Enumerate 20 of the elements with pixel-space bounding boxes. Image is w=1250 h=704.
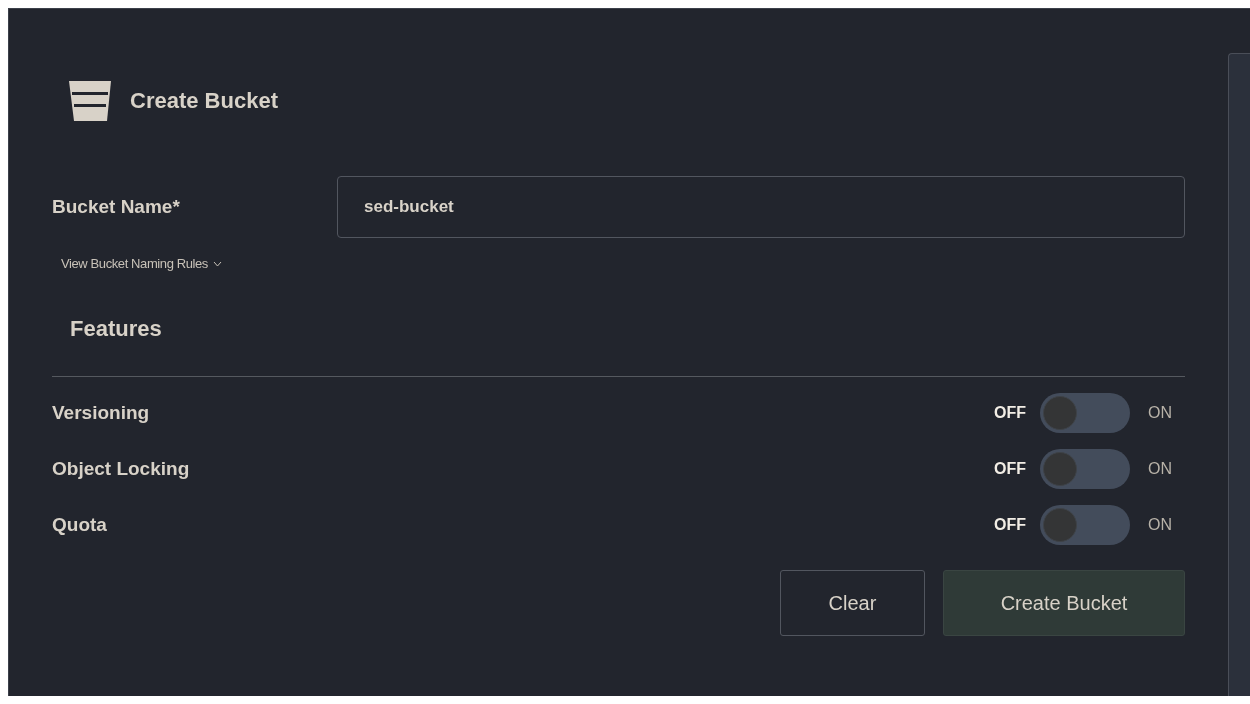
off-label: OFF	[994, 460, 1026, 478]
field-label: Bucket Name*	[52, 196, 181, 218]
toggle-switch[interactable]	[1040, 393, 1130, 433]
feature-label: Quota	[52, 514, 108, 536]
off-label: OFF	[994, 516, 1026, 534]
on-label: ON	[1148, 404, 1172, 422]
feature-label: Versioning	[52, 402, 151, 424]
bucket-icon	[68, 79, 112, 123]
off-label: OFF	[994, 404, 1026, 422]
naming-rules-link[interactable]: View Bucket Naming Rules	[61, 256, 222, 271]
toggle-switch[interactable]	[1040, 505, 1130, 545]
on-label: ON	[1148, 516, 1172, 534]
feature-label: Object Locking	[52, 458, 191, 480]
dialog-title: Create Bucket	[130, 88, 278, 114]
on-label: ON	[1148, 460, 1172, 478]
clear-button[interactable]: Clear	[780, 570, 925, 636]
section-heading: Features	[70, 316, 163, 342]
toggle-switch[interactable]	[1040, 449, 1130, 489]
bucket-name-field[interactable]: sed-bucket	[337, 176, 1185, 238]
create-button[interactable]: Create Bucket	[943, 570, 1185, 636]
